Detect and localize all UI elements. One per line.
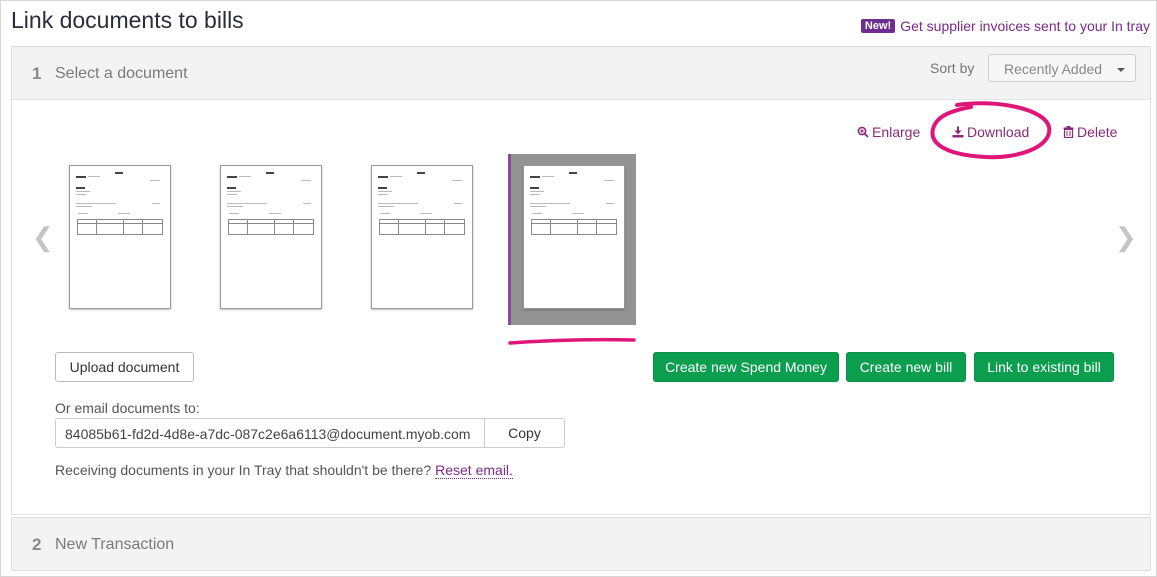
thumbnail-line <box>76 206 92 207</box>
thumbnail-line <box>76 187 85 189</box>
upload-document-button[interactable]: Upload document <box>55 352 194 382</box>
thumbnail-line <box>239 176 251 177</box>
thumbnail-line <box>378 191 392 192</box>
thumbnail-line <box>378 194 388 195</box>
step-title: New Transaction <box>55 536 175 553</box>
enlarge-button[interactable]: Enlarge <box>857 124 920 140</box>
thumbnail-line <box>606 203 614 204</box>
promo-link[interactable]: Get supplier invoices sent to your In tr… <box>900 18 1150 34</box>
thumbnail-line <box>380 213 390 214</box>
download-button[interactable]: Download <box>952 124 1029 140</box>
thumbnail-table-header <box>532 223 616 224</box>
document-thumbnail[interactable] <box>371 165 473 309</box>
thumbnail-line <box>530 194 540 195</box>
thumbnail-table-header <box>229 223 313 224</box>
thumbnail-line <box>227 191 241 192</box>
thumbnail-line <box>227 206 243 207</box>
thumbnail-line <box>227 203 267 204</box>
thumbnail-table <box>379 219 465 235</box>
thumbnail-table <box>228 219 314 235</box>
thumbnail-line <box>532 213 542 214</box>
thumbnail-line <box>78 213 88 214</box>
new-badge: New! <box>860 19 896 33</box>
thumbnail-line <box>227 194 237 195</box>
receiving-text: Receiving documents in your In Tray that… <box>55 462 432 478</box>
reset-email-link[interactable]: Reset email. <box>435 462 513 479</box>
sort-select[interactable]: Recently Added <box>988 54 1136 82</box>
thumbnail-line <box>115 172 123 174</box>
thumbnail-line <box>378 187 387 189</box>
email-address-field[interactable]: 84085b61-fd2d-4d8e-a7dc-087c2e6a6113@doc… <box>55 418 485 448</box>
chevron-right-icon[interactable]: ❯ <box>1115 222 1137 253</box>
thumbnail-table <box>77 219 163 235</box>
thumbnail-line <box>229 213 239 214</box>
thumbnail-line <box>378 203 418 204</box>
copy-button[interactable]: Copy <box>484 418 565 448</box>
thumbnail-line <box>604 180 614 181</box>
thumbnail-line <box>88 176 100 177</box>
thumbnail-line <box>76 191 90 192</box>
thumbnail-line <box>390 176 402 177</box>
thumbnail-line <box>530 191 544 192</box>
thumbnail-line <box>378 206 394 207</box>
caret-down-icon <box>1117 68 1125 72</box>
enlarge-label: Enlarge <box>872 124 921 140</box>
thumbnail-line <box>530 187 539 189</box>
thumbnail-line <box>530 203 570 204</box>
thumbnail-line <box>301 180 311 181</box>
create-spend-money-button[interactable]: Create new Spend Money <box>653 352 839 382</box>
link-existing-bill-button[interactable]: Link to existing bill <box>974 352 1114 382</box>
sort-value: Recently Added <box>1004 61 1103 77</box>
thumbnail-line <box>76 176 86 178</box>
thumbnail-line <box>303 203 311 204</box>
receiving-notice: Receiving documents in your In Tray that… <box>55 462 513 479</box>
thumbnail-line <box>569 172 577 174</box>
document-thumbnail[interactable] <box>69 165 171 309</box>
thumbnail-line <box>76 203 116 204</box>
thumbnail-line <box>269 213 281 214</box>
thumbnail-line <box>152 203 160 204</box>
thumbnail-line <box>530 206 546 207</box>
promo-banner[interactable]: New! Get supplier invoices sent to your … <box>860 18 1150 34</box>
delete-label: Delete <box>1077 124 1118 140</box>
thumbnail-line <box>454 203 462 204</box>
thumbnail-line <box>530 176 540 178</box>
document-thumbnail[interactable] <box>220 165 322 309</box>
thumbnail-table-header <box>380 223 464 224</box>
step1-header[interactable]: 1 Select a document Sort by Recently Add… <box>12 47 1150 100</box>
magnifier-plus-icon <box>857 126 869 138</box>
delete-button[interactable]: Delete <box>1063 124 1117 140</box>
thumbnail-line <box>227 187 236 189</box>
thumbnail-line <box>118 213 130 214</box>
create-new-bill-button[interactable]: Create new bill <box>846 352 966 382</box>
thumbnail-line <box>76 194 86 195</box>
thumbnail-line <box>572 213 584 214</box>
step-number: 2 <box>32 535 42 554</box>
download-icon <box>952 126 964 138</box>
chevron-left-icon[interactable]: ❮ <box>32 222 54 253</box>
thumbnail-table-header <box>78 223 162 224</box>
select-document-panel: 1 Select a document Sort by Recently Add… <box>11 46 1151 515</box>
download-label: Download <box>967 124 1030 140</box>
sort-label: Sort by <box>930 60 975 76</box>
trash-icon <box>1063 126 1074 138</box>
thumbnail-line <box>266 172 274 174</box>
thumbnail-line <box>420 213 432 214</box>
thumbnail-table <box>531 219 617 235</box>
thumbnail-line <box>150 180 160 181</box>
thumbnail-line <box>542 176 554 177</box>
thumbnail-line <box>452 180 462 181</box>
page-title: Link documents to bills <box>11 7 244 33</box>
email-label: Or email documents to: <box>55 400 200 416</box>
document-thumbnail-selected[interactable] <box>523 165 625 309</box>
step-number: 1 <box>32 64 42 83</box>
thumbnail-line <box>417 172 425 174</box>
new-transaction-panel[interactable]: 2 New Transaction <box>11 517 1151 571</box>
step-title: Select a document <box>55 65 188 82</box>
thumbnail-line <box>378 176 388 178</box>
thumbnail-line <box>227 176 237 178</box>
